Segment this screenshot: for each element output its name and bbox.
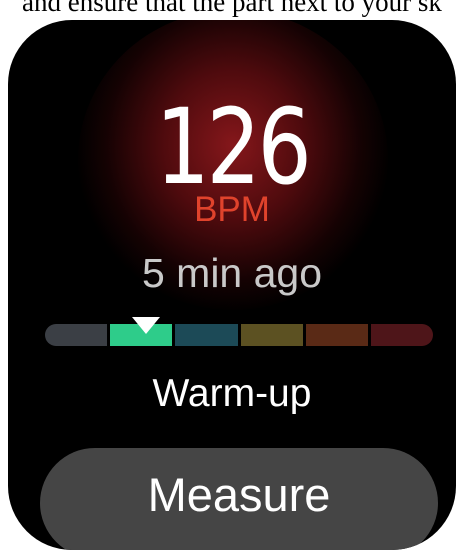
page-caption-text: and ensure that the part next to your sk (22, 0, 442, 17)
zone-segment-5 (305, 324, 368, 346)
measure-button[interactable]: Measure (40, 448, 438, 550)
measurement-time: 5 min ago (141, 250, 323, 296)
zone-segment-4 (240, 324, 303, 346)
zone-segment-3 (175, 324, 238, 346)
zone-segment-1 (45, 324, 108, 346)
zone-segment-6 (370, 324, 434, 346)
heart-rate-zone-bar (45, 324, 434, 346)
zone-indicator-icon (132, 317, 160, 334)
heart-rate-value: 126 (155, 86, 312, 208)
heart-rate-unit: BPM (194, 190, 270, 229)
heart-rate-zone-label: Warm-up (152, 372, 312, 415)
watch-screen: 126 BPM 5 min ago Warm-up Measure (8, 20, 456, 550)
